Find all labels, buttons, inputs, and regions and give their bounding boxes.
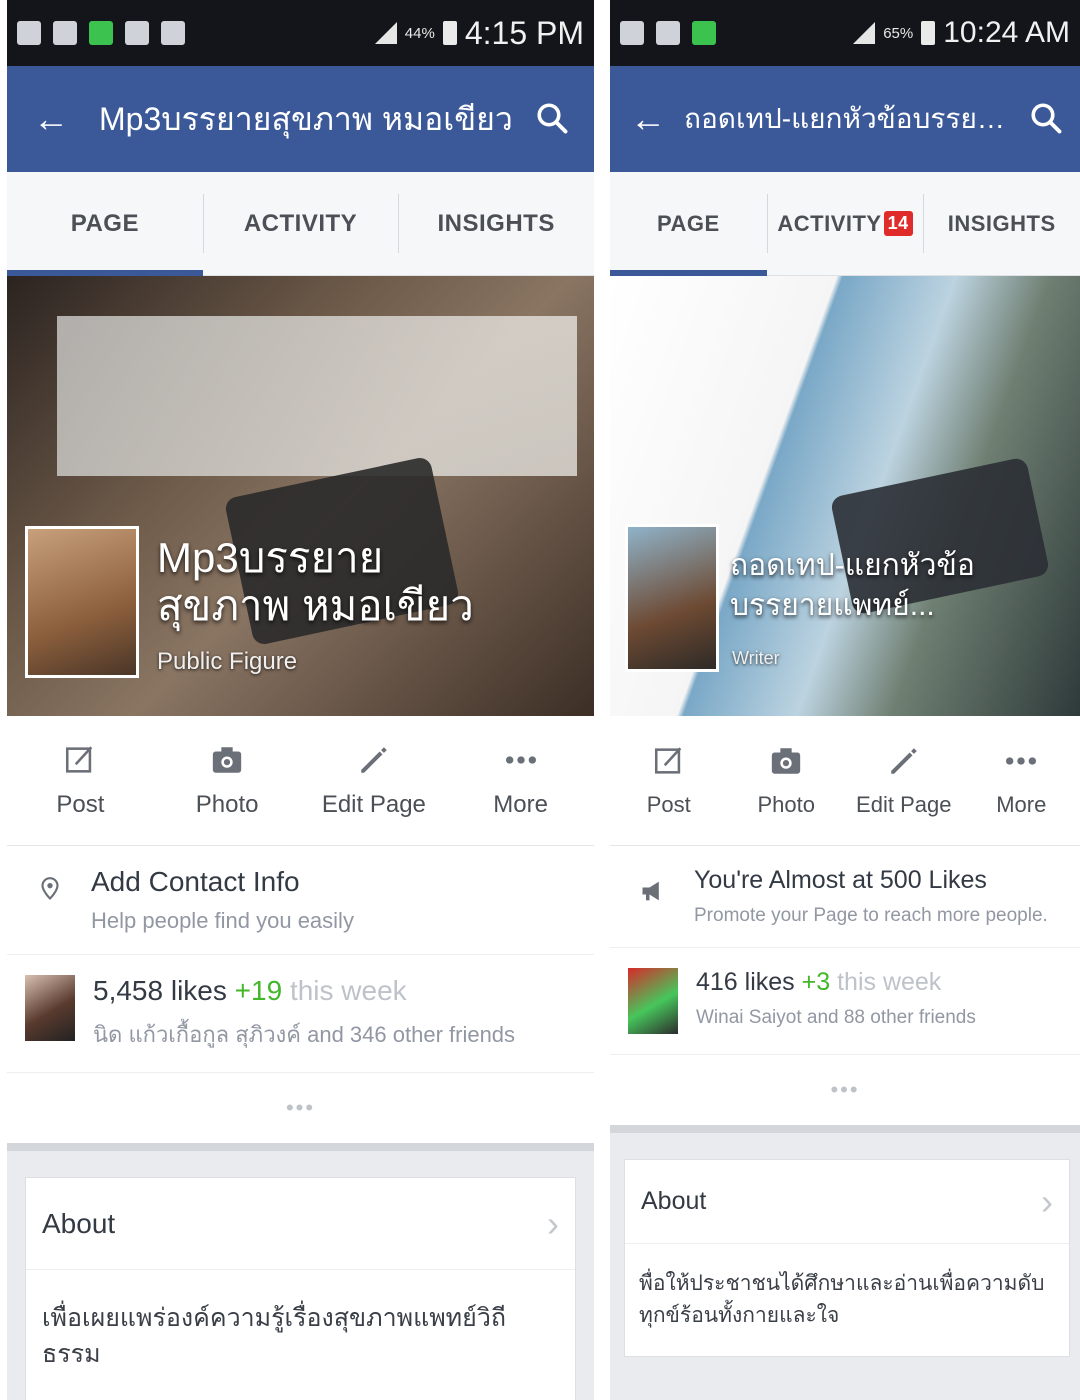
signal-icon — [374, 22, 397, 44]
about-card: About › พื่อให้ประชาชนได้ศึกษาและอ่านเพื… — [624, 1159, 1070, 1357]
clock: 10:24 AM — [943, 16, 1070, 49]
likes-count: 5,458 likes — [93, 975, 227, 1006]
contact-title: Add Contact Info — [91, 866, 300, 897]
tab-page[interactable]: PAGE — [610, 172, 767, 276]
battery-icon — [442, 21, 457, 45]
photo-button[interactable]: Photo — [728, 716, 846, 845]
likes-row[interactable]: 416 likes +3 this week Winai Saiyot and … — [610, 948, 1080, 1055]
likes-summary: 416 likes +3 this week — [696, 968, 976, 997]
back-arrow-icon[interactable]: ← — [630, 98, 670, 140]
camera-icon — [212, 746, 242, 773]
compose-icon — [66, 745, 93, 773]
add-contact-info-row[interactable]: Add Contact Info Help people find you ea… — [7, 846, 594, 955]
battery-percent: 65% — [883, 24, 914, 42]
likes-friends: นิด แก้วเกื้อกูล สุภิวงค์ and 346 other … — [93, 1022, 516, 1047]
facebook-notification-icon — [17, 21, 41, 45]
see-more-dots[interactable]: ••• — [7, 1073, 594, 1151]
friend-avatar — [25, 975, 75, 1041]
page-category: Writer — [732, 648, 780, 668]
likes-summary: 5,458 likes +19 this week — [93, 975, 515, 1007]
app-bar: ← Mp3บรรยายสุขภาพ หมอเขียว — [7, 66, 594, 172]
profile-picture[interactable] — [625, 524, 719, 672]
location-pin-icon — [25, 866, 75, 916]
likes-row[interactable]: 5,458 likes +19 this week นิด แก้วเกื้อก… — [7, 955, 594, 1073]
action-bar: Post Photo Edit Page More — [610, 716, 1080, 846]
edit-page-button[interactable]: Edit Page — [301, 716, 448, 845]
gallery-notification-icon — [656, 21, 680, 45]
search-icon[interactable] — [1028, 100, 1064, 136]
line-app-icon — [692, 21, 716, 45]
tab-activity[interactable]: ACTIVITY 14 — [766, 172, 924, 275]
line-app-icon — [89, 21, 113, 45]
cover-page-name: ถอดเทป-แยกหัวข้อบรรยายแพทย์... — [730, 549, 975, 622]
likes-period: this week — [289, 975, 407, 1006]
action-bar: Post Photo Edit Page More — [7, 716, 594, 846]
status-bar: 44% 4:15 PM — [7, 0, 594, 66]
battery-percent: 44% — [404, 24, 435, 42]
about-header[interactable]: About › — [26, 1178, 575, 1270]
gallery-notification-icon — [53, 21, 77, 45]
right-phone-screenshot: 65% 10:24 AM ← ถอดเทป-แยกหัวข้อบรรยายแพ.… — [610, 0, 1080, 1400]
see-more-dots[interactable]: ••• — [610, 1055, 1080, 1133]
pencil-icon — [891, 747, 917, 774]
post-button[interactable]: Post — [610, 716, 728, 845]
about-title: About — [42, 1207, 116, 1239]
promote-row[interactable]: You're Almost at 500 Likes Promote your … — [610, 846, 1080, 948]
page-title: Mp3บรรยายสุขภาพ หมอเขียว — [99, 100, 513, 137]
page-title: ถอดเทป-แยกหัวข้อบรรยายแพ... — [684, 103, 1010, 134]
tab-insights[interactable]: INSIGHTS — [398, 172, 594, 275]
megaphone-icon — [628, 866, 678, 916]
likes-delta: +3 — [801, 968, 831, 996]
clock: 4:15 PM — [464, 14, 584, 51]
about-card: About › เพื่อเผยแพร่องค์ความรู้เรื่องสุข… — [25, 1177, 576, 1400]
likes-friends: Winai Saiyot and 88 other friends — [696, 1007, 976, 1028]
tab-page[interactable]: PAGE — [7, 172, 203, 276]
post-button[interactable]: Post — [7, 716, 154, 845]
status-bar: 65% 10:24 AM — [610, 0, 1080, 66]
photo-button[interactable]: Photo — [154, 716, 301, 845]
tab-activity[interactable]: ACTIVITY — [202, 172, 399, 275]
more-dots-icon — [505, 755, 536, 764]
more-dots-icon — [1006, 756, 1037, 765]
back-arrow-icon[interactable]: ← — [33, 98, 73, 140]
contact-subtitle: Help people find you easily — [91, 908, 354, 933]
screenshot-notification-icon — [125, 21, 149, 45]
cover-photo[interactable]: ถอดเทป-แยกหัวข้อบรรยายแพทย์... Writer — [610, 276, 1080, 716]
chevron-right-icon: › — [547, 1202, 559, 1244]
cover-banner-shape — [57, 316, 577, 476]
friend-avatar — [628, 968, 678, 1034]
wifi-notification-icon — [620, 21, 644, 45]
camera-icon — [772, 747, 801, 774]
tab-bar: PAGE ACTIVITY 14 INSIGHTS — [610, 172, 1080, 276]
about-header[interactable]: About › — [625, 1160, 1069, 1244]
search-icon[interactable] — [534, 100, 570, 136]
tab-bar: PAGE ACTIVITY INSIGHTS — [7, 172, 594, 276]
compose-icon — [654, 746, 682, 774]
likes-period: this week — [837, 968, 942, 996]
cover-photo[interactable]: Mp3บรรยายสุขภาพ หมอเขียว Public Figure — [7, 276, 594, 716]
page-category: Public Figure — [157, 648, 298, 675]
promote-title: You're Almost at 500 Likes — [694, 866, 987, 894]
pencil-icon — [361, 746, 387, 773]
tab-insights[interactable]: INSIGHTS — [923, 172, 1080, 275]
cover-page-name: Mp3บรรยายสุขภาพ หมอเขียว — [157, 534, 474, 629]
about-title: About — [641, 1187, 707, 1215]
about-description: เพื่อเผยแพร่องค์ความรู้เรื่องสุขภาพแพทย์… — [42, 1304, 506, 1368]
edit-page-button[interactable]: Edit Page — [845, 716, 963, 845]
promote-subtitle: Promote your Page to reach more people. — [694, 905, 1048, 926]
profile-picture[interactable] — [25, 526, 139, 678]
mail-icon — [161, 21, 185, 45]
likes-delta: +19 — [234, 975, 283, 1006]
left-phone-screenshot: 44% 4:15 PM ← Mp3บรรยายสุขภาพ หมอเขียว P… — [7, 0, 594, 1400]
more-button[interactable]: More — [447, 716, 594, 845]
chevron-right-icon: › — [1041, 1180, 1053, 1222]
signal-icon — [853, 22, 876, 44]
about-description: พื่อให้ประชาชนได้ศึกษาและอ่านเพื่อความดั… — [639, 1272, 1045, 1327]
likes-count: 416 likes — [696, 968, 795, 996]
app-bar: ← ถอดเทป-แยกหัวข้อบรรยายแพ... — [610, 66, 1080, 172]
activity-badge: 14 — [883, 211, 913, 236]
more-button[interactable]: More — [963, 716, 1080, 845]
battery-icon — [921, 21, 936, 45]
